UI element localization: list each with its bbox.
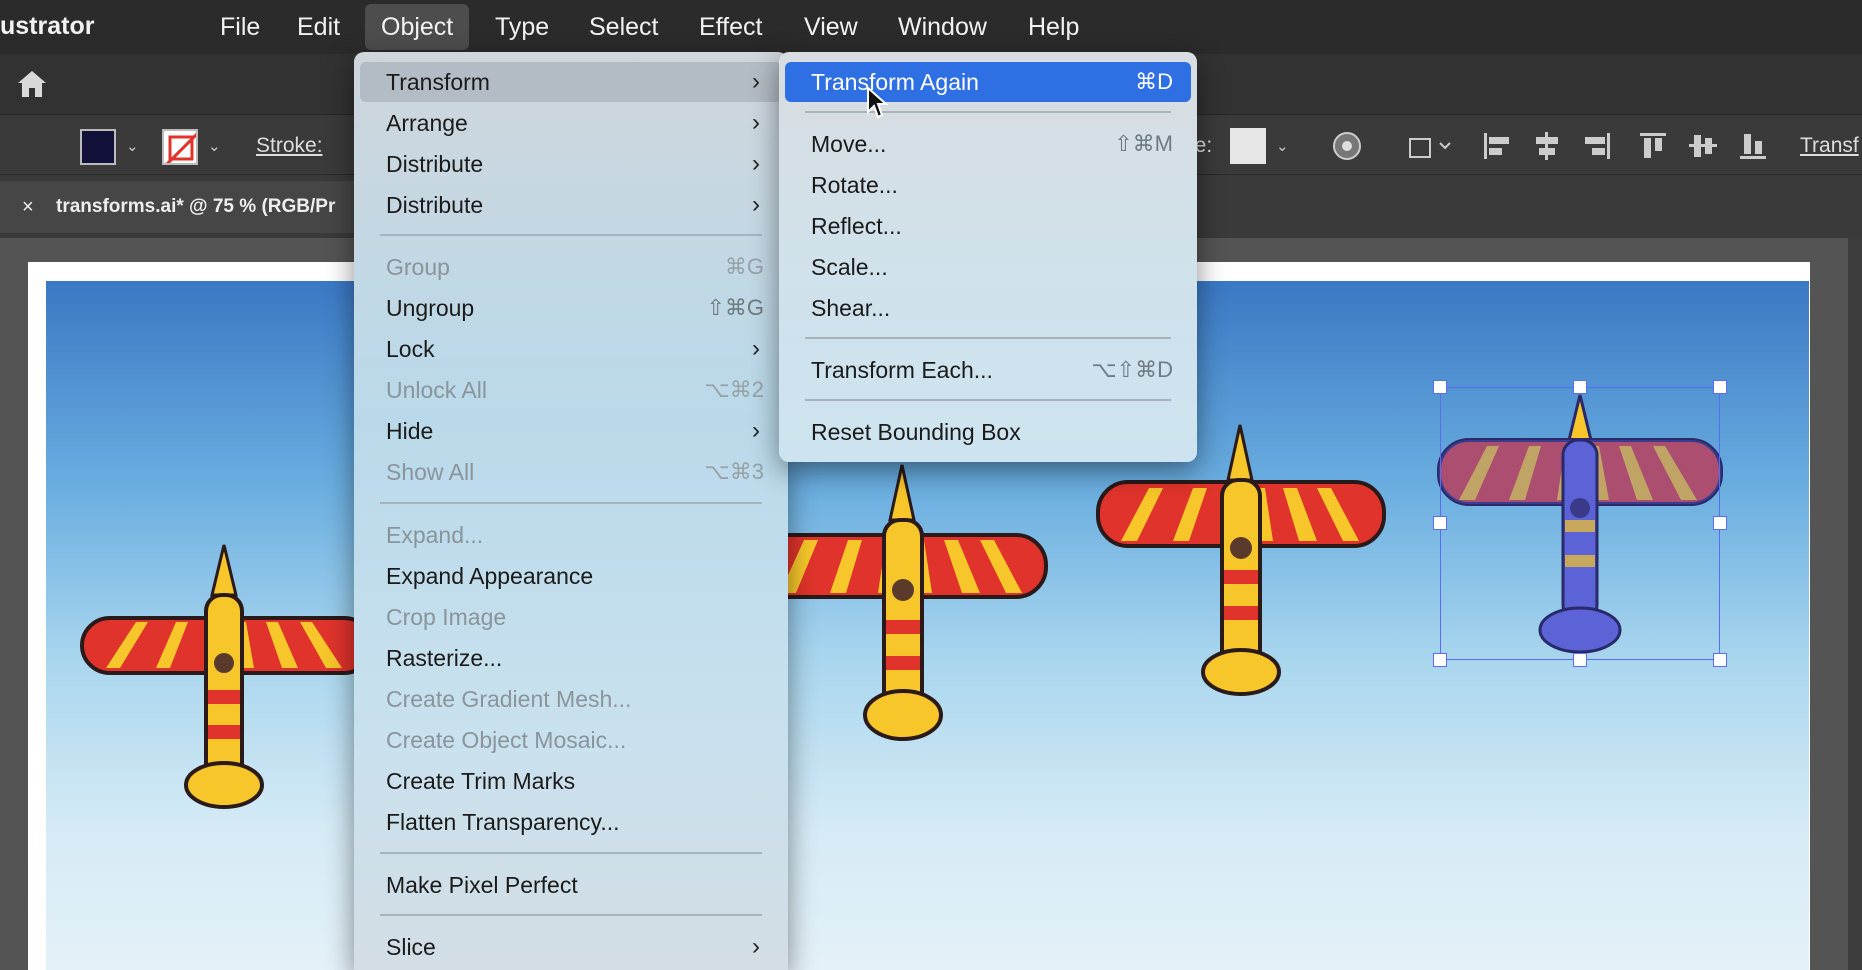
align-center-icon[interactable] bbox=[1530, 129, 1564, 163]
menu-bar: ustrator File Edit Object Type Select Ef… bbox=[0, 0, 1862, 54]
menu-separator bbox=[380, 234, 762, 236]
menu-separator bbox=[805, 399, 1171, 401]
menu-item-scale[interactable]: Scale... bbox=[785, 247, 1191, 287]
chevron-down-icon[interactable]: ⌄ bbox=[208, 137, 222, 155]
menu-item-distribute[interactable]: Distribute › bbox=[360, 144, 782, 184]
menu-item-transform-each[interactable]: Transform Each... ⌥⇧⌘D bbox=[785, 350, 1191, 390]
menu-item-ungroup[interactable]: Ungroup ⇧⌘G bbox=[360, 288, 782, 328]
close-icon[interactable]: × bbox=[22, 196, 34, 219]
resize-handle[interactable] bbox=[1713, 516, 1727, 530]
menu-item-transform[interactable]: Transform › bbox=[360, 62, 782, 102]
menu-item-create-gradient-mesh[interactable]: Create Gradient Mesh... bbox=[360, 679, 782, 719]
resize-handle[interactable] bbox=[1433, 653, 1447, 667]
menu-item-transform-again[interactable]: Transform Again ⌘D bbox=[785, 62, 1191, 102]
recolor-icon[interactable] bbox=[1330, 129, 1364, 163]
transform-submenu: Transform Again ⌘D Move... ⇧⌘M Rotate... R… bbox=[779, 52, 1197, 462]
align-bottom-icon[interactable] bbox=[1736, 129, 1770, 163]
selection-bounding-box[interactable] bbox=[1440, 387, 1720, 660]
menu-item-reflect[interactable]: Reflect... bbox=[785, 206, 1191, 246]
menu-separator bbox=[805, 111, 1171, 113]
resize-handle[interactable] bbox=[1713, 653, 1727, 667]
align-top-icon[interactable] bbox=[1636, 129, 1670, 163]
menu-item-reset-bounding-box[interactable]: Reset Bounding Box bbox=[785, 412, 1191, 452]
menu-separator bbox=[380, 914, 762, 916]
menu-view[interactable]: View bbox=[788, 4, 874, 50]
menu-item-unlock-all[interactable]: Unlock All ⌥⌘2 bbox=[360, 370, 782, 410]
home-icon[interactable] bbox=[14, 66, 50, 102]
menu-item-crop-image[interactable]: Crop Image bbox=[360, 597, 782, 637]
menu-help[interactable]: Help bbox=[1012, 4, 1095, 50]
menu-item-create-object-mosaic[interactable]: Create Object Mosaic... bbox=[360, 720, 782, 760]
plane-graphic[interactable] bbox=[1095, 420, 1395, 710]
stroke-label[interactable]: Stroke: bbox=[256, 134, 323, 158]
chevron-right-icon: › bbox=[752, 335, 760, 362]
menu-item-rotate[interactable]: Rotate... bbox=[785, 165, 1191, 205]
menu-file[interactable]: File bbox=[204, 4, 276, 50]
menu-effect[interactable]: Effect bbox=[683, 4, 778, 50]
resize-handle[interactable] bbox=[1433, 380, 1447, 394]
menu-separator bbox=[380, 852, 762, 854]
arrow-cursor-icon bbox=[867, 86, 889, 119]
chevron-down-icon[interactable]: ⌄ bbox=[126, 137, 140, 155]
menu-separator bbox=[380, 502, 762, 504]
menu-item-expand-appearance[interactable]: Expand Appearance bbox=[360, 556, 782, 596]
resize-handle[interactable] bbox=[1713, 380, 1727, 394]
menu-item-flatten-transparency[interactable]: Flatten Transparency... bbox=[360, 802, 782, 842]
resize-handle[interactable] bbox=[1433, 516, 1447, 530]
no-stroke-icon bbox=[165, 132, 196, 163]
plane-graphic[interactable] bbox=[76, 540, 376, 830]
align-middle-icon[interactable] bbox=[1686, 129, 1720, 163]
chevron-right-icon: › bbox=[752, 933, 760, 960]
menu-window[interactable]: Window bbox=[882, 4, 1003, 50]
chevron-right-icon: › bbox=[752, 109, 760, 136]
menu-item-shear[interactable]: Shear... bbox=[785, 288, 1191, 328]
menu-separator bbox=[805, 337, 1171, 339]
document-title: transforms.ai* @ 75 % (RGB/Pr bbox=[56, 196, 336, 217]
menu-edit[interactable]: Edit bbox=[281, 4, 356, 50]
object-menu: Transform › Arrange › Distribute › Distribu… bbox=[354, 52, 788, 970]
app-name[interactable]: ustrator bbox=[0, 12, 94, 41]
chevron-right-icon: › bbox=[752, 191, 760, 218]
menu-item-expand[interactable]: Expand... bbox=[360, 515, 782, 555]
menu-item-make-pixel-perfect[interactable]: Make Pixel Perfect bbox=[360, 865, 782, 905]
menu-type[interactable]: Type bbox=[479, 4, 565, 50]
menu-item-show-all[interactable]: Show All ⌥⌘3 bbox=[360, 452, 782, 492]
chevron-down-icon[interactable]: ⌄ bbox=[1276, 137, 1290, 155]
menu-item-rasterize[interactable]: Rasterize... bbox=[360, 638, 782, 678]
menu-item-lock[interactable]: Lock › bbox=[360, 329, 782, 369]
chevron-right-icon: › bbox=[752, 68, 760, 95]
fill-swatch[interactable] bbox=[80, 129, 116, 165]
plane-graphic[interactable] bbox=[760, 460, 1060, 750]
menu-object[interactable]: Object bbox=[365, 4, 470, 50]
resize-handle[interactable] bbox=[1573, 653, 1587, 667]
menu-item-move[interactable]: Move... ⇧⌘M bbox=[785, 124, 1191, 164]
stroke-swatch[interactable] bbox=[162, 129, 198, 165]
align-left-icon[interactable] bbox=[1480, 129, 1514, 163]
vertical-scrollbar[interactable] bbox=[1848, 238, 1862, 970]
resize-handle[interactable] bbox=[1573, 380, 1587, 394]
chevron-right-icon: › bbox=[752, 150, 760, 177]
chevron-right-icon: › bbox=[752, 417, 760, 444]
menu-item-create-trim-marks[interactable]: Create Trim Marks bbox=[360, 761, 782, 801]
align-right-icon[interactable] bbox=[1580, 129, 1614, 163]
align-to-icon[interactable] bbox=[1404, 129, 1454, 163]
menu-item-distribute-2[interactable]: Distribute › bbox=[360, 185, 782, 225]
menu-select[interactable]: Select bbox=[573, 4, 674, 50]
menu-item-hide[interactable]: Hide › bbox=[360, 411, 782, 451]
style-swatch[interactable] bbox=[1230, 128, 1266, 164]
document-tab[interactable]: × transforms.ai* @ 75 % (RGB/Pr bbox=[0, 181, 355, 233]
menu-item-slice[interactable]: Slice › bbox=[360, 927, 782, 967]
menu-item-group[interactable]: Group ⌘G bbox=[360, 247, 782, 287]
menu-item-arrange[interactable]: Arrange › bbox=[360, 103, 782, 143]
transform-link[interactable]: Transf bbox=[1800, 134, 1859, 158]
